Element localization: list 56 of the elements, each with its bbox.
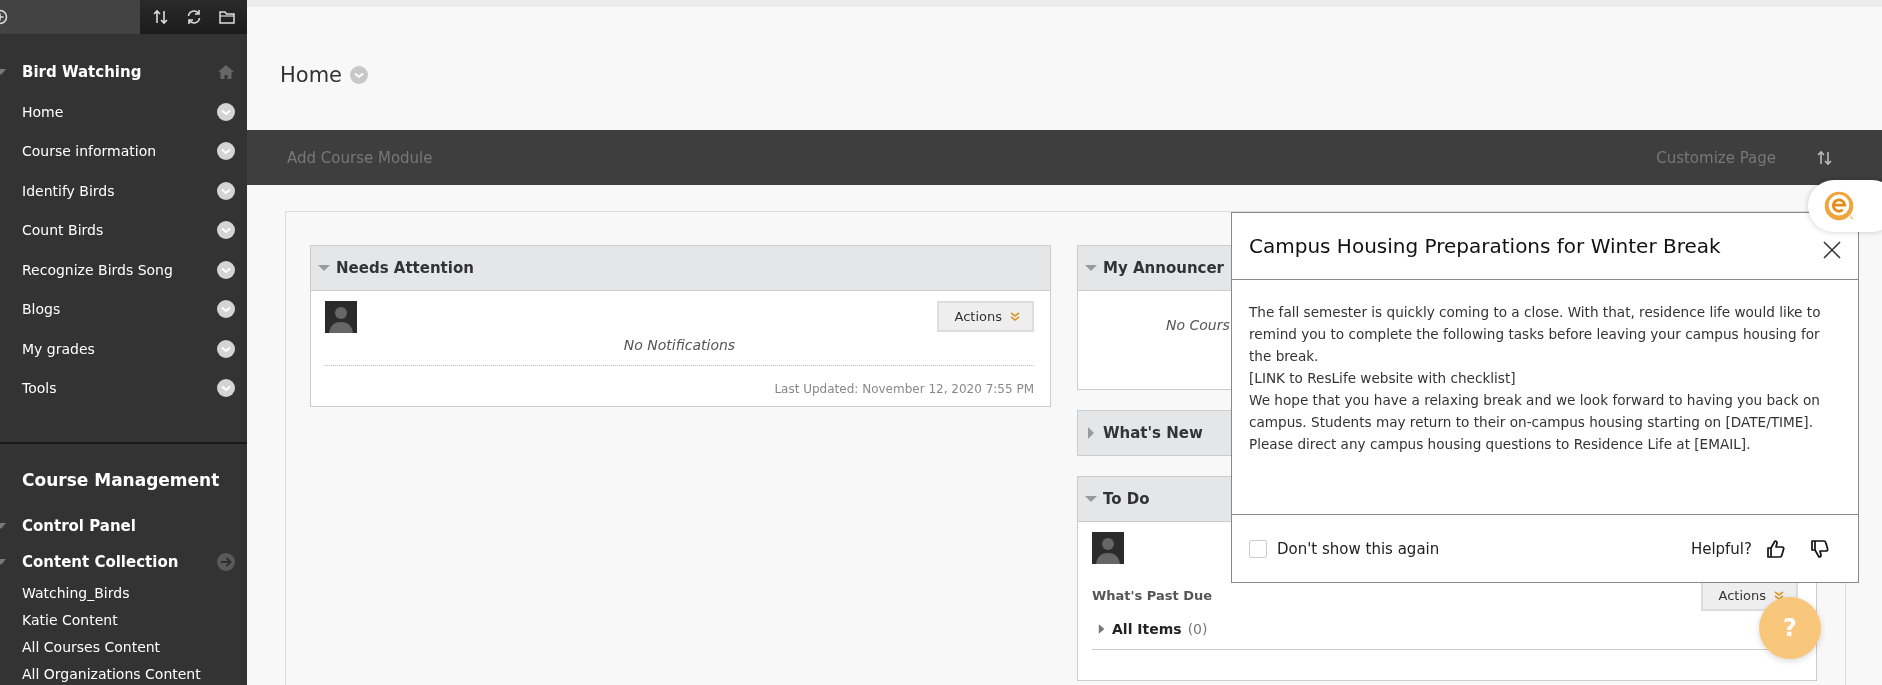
chevron-down-icon[interactable] bbox=[217, 102, 235, 121]
menu-item[interactable]: Recognize Birds Song bbox=[22, 261, 217, 278]
module-title: What's New bbox=[1103, 424, 1203, 442]
popup-paragraph: We hope that you have a relaxing break and we look forward to having you back on campus. Students may return to their on-campus housing starting on [DATE/TIME]. bbox=[1249, 391, 1821, 432]
menu-item[interactable]: Count Birds bbox=[22, 222, 217, 239]
last-updated-text: Last Updated: November 12, 2020 7:55 PM bbox=[773, 382, 1034, 396]
section-label: What's Past Due bbox=[1092, 588, 1213, 603]
checkbox[interactable] bbox=[1249, 539, 1267, 558]
chevron-down-icon[interactable] bbox=[217, 142, 235, 161]
chevron-down-icon[interactable] bbox=[217, 181, 235, 200]
thumbs-up-icon[interactable] bbox=[1766, 538, 1786, 559]
actions-button[interactable]: Actions bbox=[936, 301, 1034, 332]
section-link[interactable]: Control Panel bbox=[22, 517, 136, 535]
item-count: (0) bbox=[1187, 621, 1208, 637]
expand-triangle-icon[interactable] bbox=[1098, 623, 1106, 635]
menu-item[interactable]: Tools bbox=[22, 380, 217, 397]
chevron-down-icon[interactable] bbox=[217, 260, 235, 279]
chevron-down-icon[interactable] bbox=[217, 379, 235, 398]
folder-icon[interactable] bbox=[217, 8, 236, 26]
close-icon[interactable] bbox=[1822, 240, 1842, 260]
double-chevron-icon bbox=[1010, 311, 1020, 322]
menu-item[interactable]: Identify Birds bbox=[22, 182, 217, 199]
module-title: To Do bbox=[1103, 490, 1150, 508]
section-heading: Course Management bbox=[22, 470, 221, 490]
todo-item-label[interactable]: All Items bbox=[1112, 621, 1182, 637]
avatar-icon bbox=[325, 301, 357, 333]
module-title: Needs Attention bbox=[336, 259, 474, 277]
empty-message: No Cours bbox=[1165, 317, 1231, 333]
section-link[interactable]: Content Collection bbox=[22, 553, 179, 571]
popup-paragraph: [LINK to ResLife website with checklist] bbox=[1249, 369, 1517, 388]
popup-paragraph: The fall semester is quickly coming to a close. With that, residence life would like to remind you to complete the following tasks before leaving your campus housing for the break. bbox=[1249, 303, 1822, 366]
module-title: My Announcer bbox=[1103, 259, 1225, 277]
thumbs-down-icon[interactable] bbox=[1810, 538, 1830, 559]
page-title[interactable]: Home bbox=[280, 62, 342, 87]
helpful-label: Helpful? bbox=[1690, 539, 1752, 558]
popup-title: Campus Housing Preparations for Winter Break bbox=[1249, 234, 1721, 258]
chevron-down-icon[interactable] bbox=[217, 221, 235, 240]
popup-paragraph: Please direct any campus housing questions to Residence Life at [EMAIL]. bbox=[1249, 435, 1752, 454]
menu-item[interactable]: My grades bbox=[22, 340, 217, 357]
extension-badge[interactable] bbox=[1808, 180, 1882, 232]
chevron-down-icon[interactable] bbox=[217, 339, 235, 358]
sort-icon[interactable] bbox=[151, 8, 170, 26]
empty-message: No Notifications bbox=[622, 337, 737, 353]
course-title[interactable]: Bird Watching bbox=[22, 63, 142, 81]
collection-link[interactable]: Watching_Birds bbox=[0, 580, 247, 607]
chevron-down-icon[interactable] bbox=[217, 300, 235, 319]
collection-link[interactable]: All Courses Content bbox=[0, 634, 247, 661]
checkbox-label[interactable]: Don't show this again bbox=[1277, 539, 1440, 558]
sort-icon[interactable] bbox=[1816, 148, 1834, 167]
collection-link[interactable]: Katie Content bbox=[0, 607, 247, 634]
menu-item[interactable]: Home bbox=[22, 103, 217, 120]
collection-link[interactable]: All Organizations Content bbox=[0, 661, 247, 685]
menu-item[interactable]: Course information bbox=[22, 143, 217, 160]
double-chevron-icon bbox=[1774, 590, 1784, 601]
avatar-icon bbox=[1092, 532, 1124, 564]
menu-item[interactable]: Blogs bbox=[22, 301, 217, 318]
